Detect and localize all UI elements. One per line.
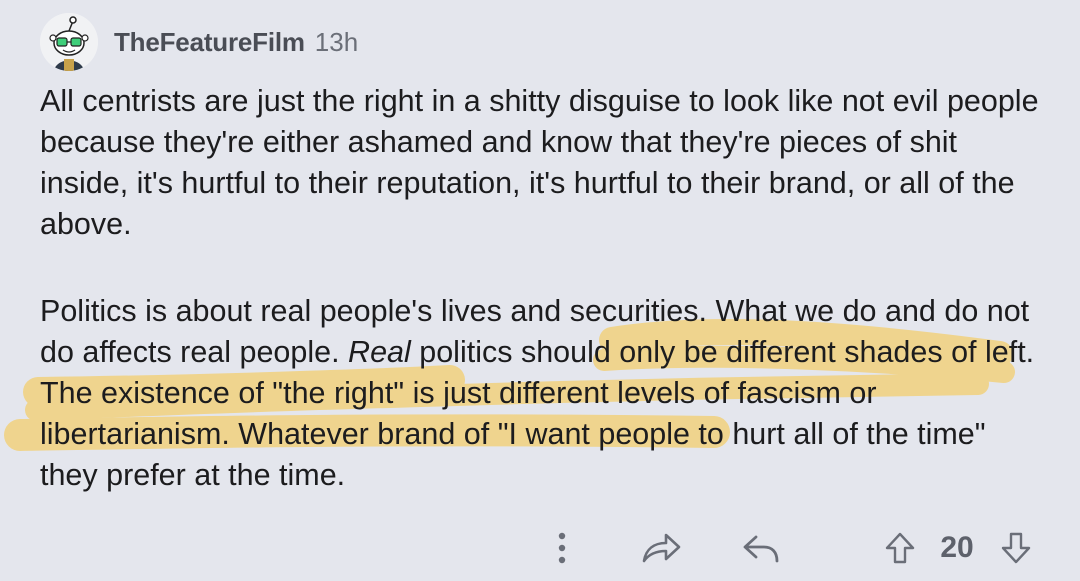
vote-count: 20 <box>932 520 982 576</box>
more-options-icon <box>558 532 566 564</box>
downvote-icon <box>1001 532 1031 564</box>
comment-action-bar: 20 <box>540 520 1040 576</box>
vote-count-label: 20 <box>940 531 974 564</box>
reply-button[interactable] <box>736 520 786 576</box>
comment-paragraph-1: All centrists are just the right in a sh… <box>40 84 1039 241</box>
downvote-button[interactable] <box>996 520 1036 576</box>
share-button[interactable] <box>636 520 686 576</box>
comment-header: TheFeatureFilm 13h <box>40 12 358 72</box>
reply-icon <box>743 535 779 563</box>
more-options-button[interactable] <box>540 520 584 576</box>
upvote-icon <box>885 532 915 564</box>
comment-paragraph-2: Politics is about real people's lives an… <box>40 291 1050 496</box>
upvote-button[interactable] <box>880 520 920 576</box>
avatar[interactable] <box>40 13 98 71</box>
comment-timestamp: 13h <box>314 26 359 57</box>
comment-card: TheFeatureFilm 13h All centrists are jus… <box>0 0 1080 581</box>
paragraph-2-italic-word: Real <box>348 335 411 369</box>
share-icon <box>642 533 681 563</box>
username[interactable]: TheFeatureFilm <box>114 27 305 58</box>
